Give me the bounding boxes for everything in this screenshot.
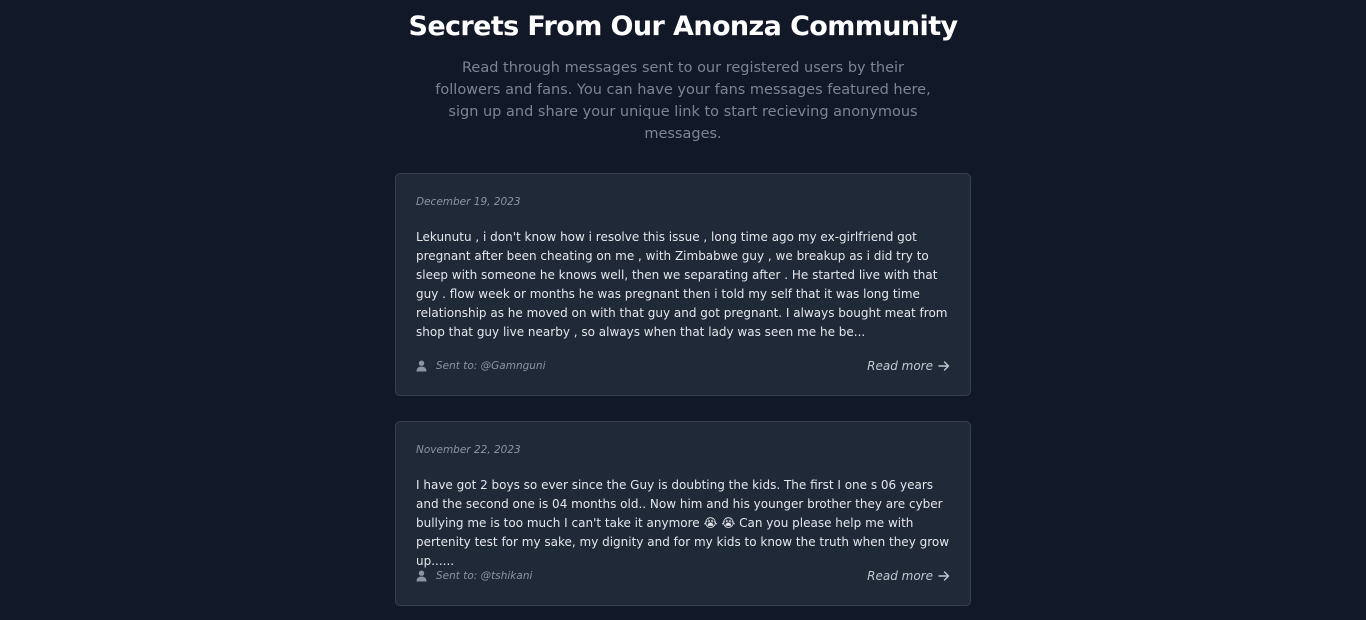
hero-section: Secrets From Our Anonza Community Read t… (0, 10, 1366, 145)
message-footer: Sent to: @Gamnguni Read more (416, 358, 950, 374)
message-card: December 19, 2023 Lekunutu , i don't kno… (395, 173, 971, 396)
recipient-label: Sent to: @Gamnguni (436, 360, 546, 372)
recipient-label: Sent to: @tshikani (436, 570, 533, 582)
message-date: November 22, 2023 (416, 444, 521, 456)
read-more-label: Read more (867, 569, 933, 583)
page-subtitle: Read through messages sent to our regist… (435, 60, 931, 142)
arrow-right-icon (938, 361, 950, 371)
message-body: I have got 2 boys so ever since the Guy … (416, 478, 950, 568)
recipient: Sent to: @Gamnguni (416, 360, 546, 372)
user-icon (416, 360, 427, 372)
message-footer: Sent to: @tshikani Read more (416, 568, 950, 584)
message-date: December 19, 2023 (416, 196, 521, 208)
read-more-link[interactable]: Read more (867, 359, 950, 373)
read-more-link[interactable]: Read more (867, 569, 950, 583)
page-title: Secrets From Our Anonza Community (408, 11, 958, 42)
read-more-label: Read more (867, 359, 933, 373)
arrow-right-icon (938, 571, 950, 581)
page: Secrets From Our Anonza Community Read t… (0, 0, 1366, 620)
recipient: Sent to: @tshikani (416, 570, 532, 582)
message-card: November 22, 2023 I have got 2 boys so e… (395, 421, 971, 606)
user-icon (416, 570, 427, 582)
message-body: Lekunutu , i don't know how i resolve th… (416, 230, 948, 339)
